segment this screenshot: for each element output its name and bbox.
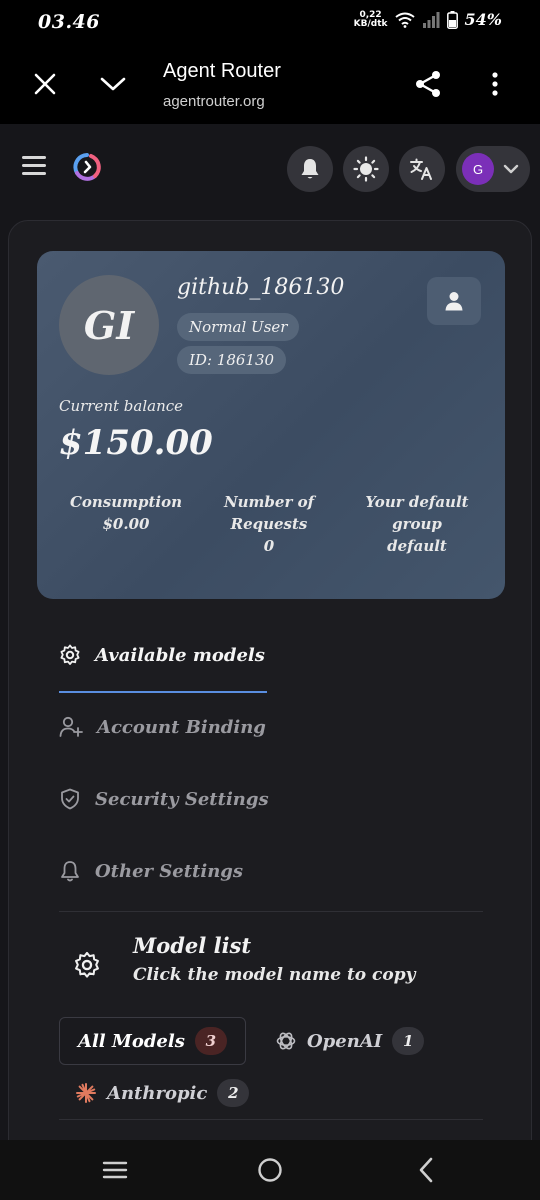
filter-count: 3 [194,1027,227,1055]
model-list-title: Model list [133,933,252,958]
gear-icon [60,644,80,665]
recent-apps-icon[interactable] [97,1152,133,1188]
home-icon[interactable] [252,1152,288,1188]
section-divider [59,911,483,912]
openai-icon [276,1032,296,1050]
app-logo[interactable] [72,152,102,182]
app-area: G GI github_186130 Normal User ID: 18613… [0,124,540,1140]
filter-openai[interactable]: OpenAI 1 [275,1017,425,1065]
stat-label: Your default group [365,493,469,533]
tab-label: Available models [95,644,265,666]
stat-value: 0 [263,537,275,555]
stat-value: $0.00 [102,515,150,533]
wifi-icon [394,12,415,28]
tab-security-settings[interactable]: Security Settings [59,779,269,819]
filter-label: Anthropic [107,1082,208,1104]
tab-label: Other Settings [95,860,244,882]
sun-icon [353,156,379,182]
tab-available-models[interactable]: Available models [59,635,265,675]
status-indicators: 0,22 KB/dtk 54% [354,10,502,29]
balance-value: $150.00 [59,423,213,463]
network-speed-unit: KB/dtk [353,18,388,29]
tab-account-binding[interactable]: Account Binding [59,707,266,747]
filter-label: OpenAI [307,1030,383,1052]
tab-label: Security Settings [95,788,269,810]
menu-icon[interactable] [22,156,46,178]
stat-default-group: Your default group default [343,491,491,557]
theme-toggle-button[interactable] [343,146,389,192]
shield-icon [61,788,79,810]
app-header: G [0,124,540,220]
balance-label: Current balance [59,397,184,415]
username: github_186130 [177,275,345,300]
system-nav-bar [0,1140,540,1200]
user-plus-icon [59,716,83,737]
browser-toolbar: Agent Router agentrouter.org [0,44,540,124]
more-vertical-icon[interactable] [477,66,513,102]
page-title: Agent Router [163,60,281,82]
filter-count: 2 [217,1079,250,1107]
section-divider [59,1119,483,1120]
status-bar: 03.46 0,22 KB/dtk 54% [0,0,540,44]
stat-consumption: Consumption $0.00 [51,491,201,535]
translate-icon [410,158,432,180]
filter-anthropic[interactable]: Anthropic 2 [75,1069,250,1117]
tab-other-settings[interactable]: Other Settings [59,851,243,891]
stat-label: Number of Requests [223,493,315,533]
profile-avatar: GI [59,275,159,375]
language-button[interactable] [399,146,445,192]
filter-label: All Models [78,1030,185,1052]
stat-value: default [387,537,447,555]
user-menu-button[interactable]: G [456,146,530,192]
filter-count: 1 [392,1027,425,1055]
user-icon [445,292,463,311]
model-list-subtitle: Click the model name to copy [133,965,416,985]
network-speed: 0,22 KB/dtk [353,10,388,29]
avatar: G [462,153,494,185]
battery-percent: 54% [464,10,502,29]
tab-label: Account Binding [97,716,266,738]
share-icon[interactable] [410,66,446,102]
chevron-down-icon[interactable] [95,66,131,102]
bell-icon [301,159,319,179]
close-icon[interactable] [27,66,63,102]
role-badge: Normal User [177,313,300,341]
back-icon[interactable] [408,1152,444,1188]
profile-card: GI github_186130 Normal User ID: 186130 … [37,251,505,599]
status-time: 03.46 [38,11,100,33]
battery-icon [446,10,458,29]
user-id-badge: ID: 186130 [177,346,287,374]
chevron-down-icon [503,164,519,174]
page-url[interactable]: agentrouter.org [163,93,265,110]
filter-all-models[interactable]: All Models 3 [59,1017,246,1065]
active-tab-indicator [59,691,267,693]
signal-icon [422,11,440,28]
anthropic-icon [76,1083,96,1103]
gear-icon [75,951,99,978]
profile-user-button[interactable] [427,277,481,325]
bell-icon [61,861,79,882]
main-panel: GI github_186130 Normal User ID: 186130 … [8,220,532,1140]
stat-label: Consumption [69,493,183,511]
notification-bell-button[interactable] [287,146,333,192]
stat-requests: Number of Requests 0 [194,491,344,557]
